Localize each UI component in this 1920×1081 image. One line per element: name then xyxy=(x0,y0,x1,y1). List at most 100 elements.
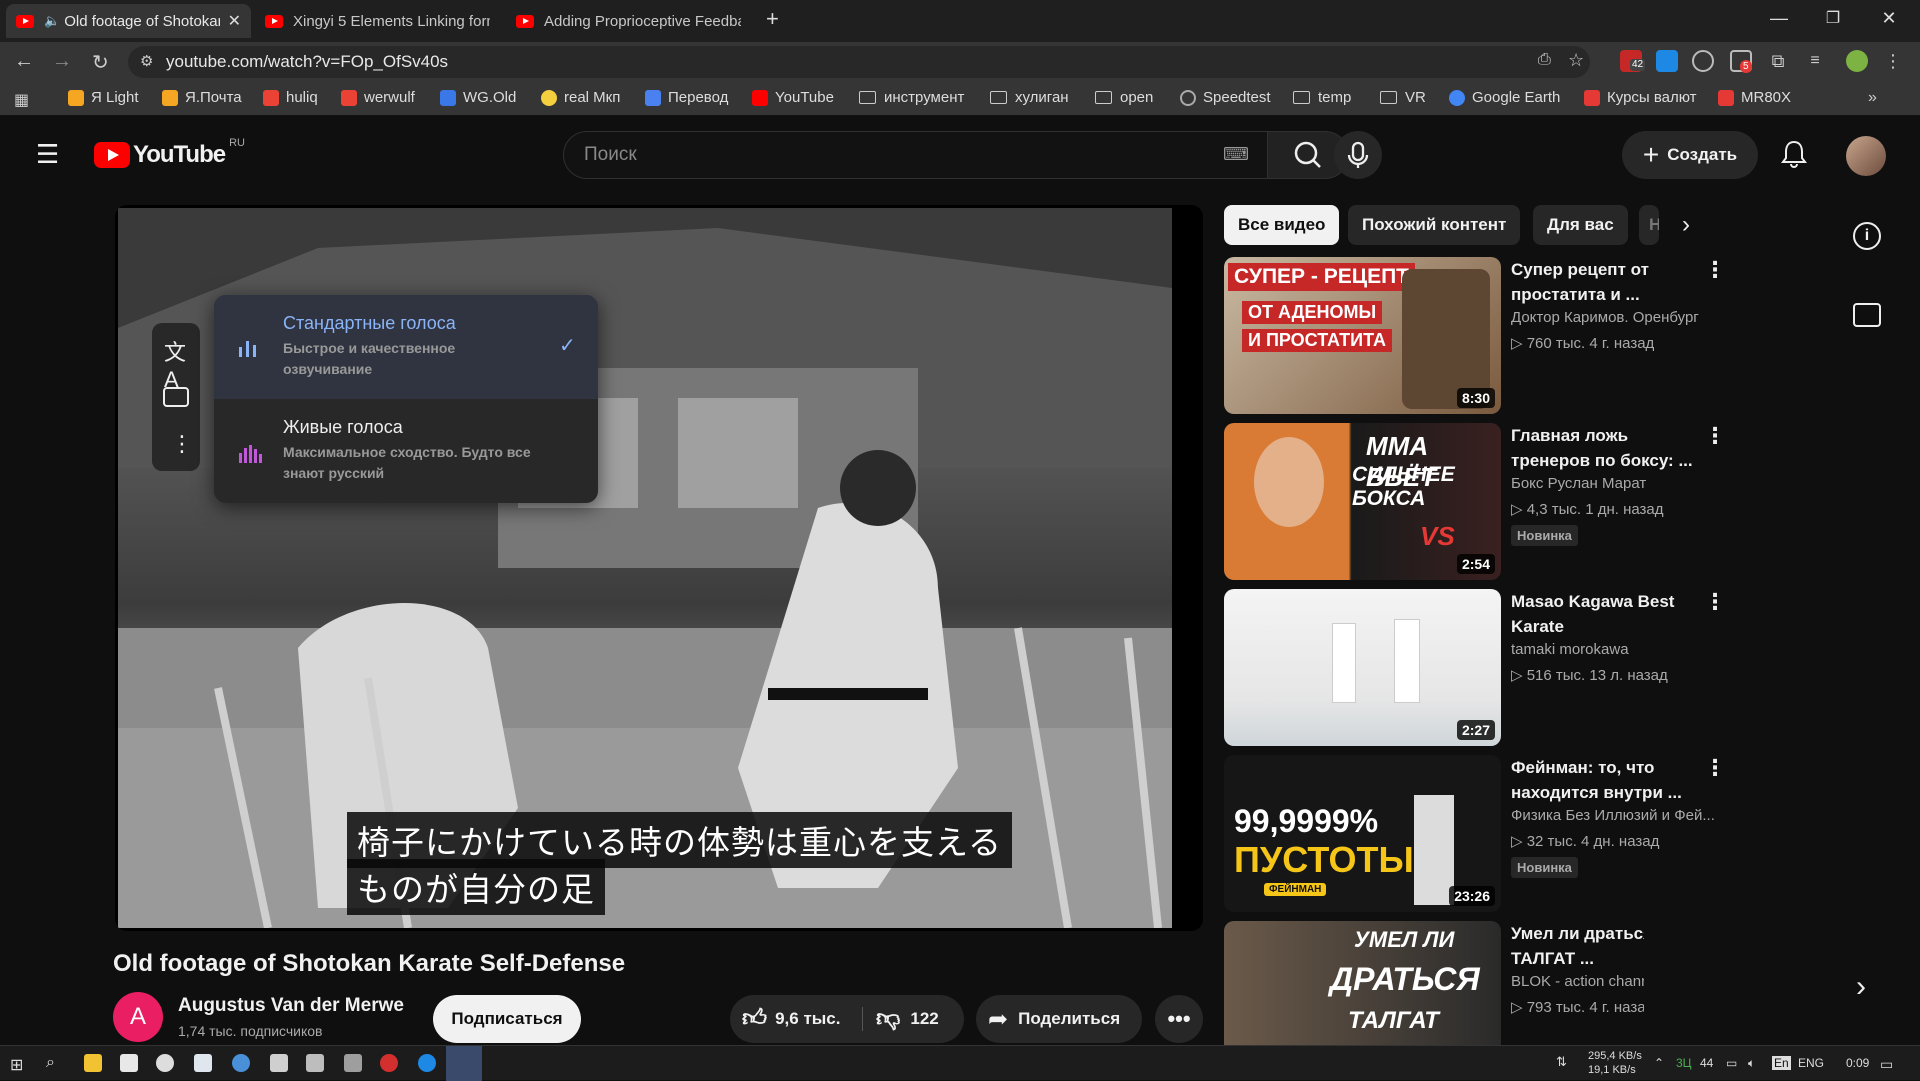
hamburger-menu-icon[interactable]: ☰ xyxy=(36,139,59,170)
subscribe-button[interactable]: Подписаться xyxy=(433,995,581,1043)
channel-name[interactable]: Бокс Руслан Марат xyxy=(1511,475,1646,492)
bookmark-speedtest[interactable]: Speedtest xyxy=(1180,89,1271,106)
more-options-icon[interactable]: ⋮ xyxy=(171,431,193,457)
app-icon[interactable] xyxy=(270,1054,288,1072)
minimize-button[interactable]: — xyxy=(1756,8,1802,29)
language-indicator[interactable]: ENG xyxy=(1798,1056,1824,1070)
subtitles-icon[interactable] xyxy=(163,387,189,407)
recommendation-item[interactable]: 2:27 Masao Kagawa Best Karate tamaki moro… xyxy=(1224,589,1726,746)
voice-search-button[interactable] xyxy=(1334,131,1382,179)
keyboard-icon[interactable]: ⌨ xyxy=(1223,144,1249,165)
more-options-icon[interactable]: ⋮ xyxy=(1704,257,1726,283)
keyboard-layout-icon[interactable]: En xyxy=(1772,1056,1791,1070)
chat-icon[interactable] xyxy=(1853,303,1881,327)
globe-extension-icon[interactable] xyxy=(1692,50,1714,72)
file-explorer-icon[interactable] xyxy=(84,1054,102,1072)
recommendation-item[interactable]: 99,9999% ПУСТОТЫ ФЕЙНМАН 23:26 Фейнман: … xyxy=(1224,755,1726,912)
video-title[interactable]: Masao Kagawa Best Karate xyxy=(1511,589,1711,639)
bookmark-ya-light[interactable]: Я Light xyxy=(68,89,139,106)
forward-arrow-icon[interactable]: → xyxy=(52,50,72,73)
video-thumbnail[interactable]: 99,9999% ПУСТОТЫ ФЕЙНМАН 23:26 xyxy=(1224,755,1501,912)
translate-icon[interactable]: 文A xyxy=(164,335,200,393)
bookmark-wg-old[interactable]: WG.Old xyxy=(440,89,516,106)
create-button[interactable]: + Создать xyxy=(1622,131,1758,179)
tray-expand-icon[interactable]: ⌃ xyxy=(1654,1056,1664,1070)
voice-option-live[interactable]: Живые голоса Максимальное сходство. Будт… xyxy=(214,399,598,503)
back-arrow-icon[interactable]: ← xyxy=(14,50,34,73)
recommendation-item[interactable]: ММА БЬЁТ СИЛЬНЕЕ БОКСА VS 2:54 Главная л… xyxy=(1224,423,1726,580)
more-options-icon[interactable]: ⋮ xyxy=(1704,423,1726,449)
video-thumbnail[interactable]: 2:27 xyxy=(1224,589,1501,746)
media-extension-icon[interactable]: 5 xyxy=(1730,50,1752,73)
game-controller-icon[interactable] xyxy=(306,1054,324,1072)
windows-start-icon[interactable]: ⊞ xyxy=(10,1055,23,1075)
bookmark-google-earth[interactable]: Google Earth xyxy=(1449,89,1560,106)
app-icon[interactable] xyxy=(156,1054,174,1072)
account-avatar[interactable] xyxy=(1846,136,1886,176)
chip-for-you[interactable]: Для вас xyxy=(1533,205,1628,245)
site-info-icon[interactable]: ⚙ xyxy=(140,52,153,70)
window-close-button[interactable]: ✕ xyxy=(1866,8,1912,29)
share-button[interactable]: ➦ Поделиться xyxy=(976,995,1142,1043)
bookmark-werwulf[interactable]: werwulf xyxy=(341,89,415,106)
browser-menu-icon[interactable]: ⋮ xyxy=(1882,50,1904,72)
opera-icon[interactable] xyxy=(380,1054,398,1072)
video-title[interactable]: Фейнман: то, что находится внутри ... xyxy=(1511,755,1711,805)
notepad-icon[interactable] xyxy=(120,1054,138,1072)
dislike-button[interactable]: 👎︎ 122 xyxy=(876,995,964,1043)
bookmark-folder-huligan[interactable]: хулиган xyxy=(990,89,1069,106)
video-title[interactable]: Супер рецепт от простатита и ... xyxy=(1511,257,1711,307)
url-bar[interactable]: ⚙ youtube.com/watch?v=FOp_OfSv40s ⎙ ☆ xyxy=(128,46,1590,78)
chip-next[interactable]: Н xyxy=(1639,205,1659,245)
chip-all-videos[interactable]: Все видео xyxy=(1224,205,1340,245)
video-thumbnail[interactable]: ММА БЬЁТ СИЛЬНЕЕ БОКСА VS 2:54 xyxy=(1224,423,1501,580)
reading-list-icon[interactable]: ≡ xyxy=(1804,50,1826,72)
more-options-icon[interactable]: ⋮ xyxy=(1704,589,1726,615)
recommendation-item[interactable]: СУПЕР - РЕЦЕПТ ОТ АДЕНОМЫ И ПРОСТАТИТА 8… xyxy=(1224,257,1726,414)
tab-active[interactable]: 🔈 Old footage of Shotokan Karate Self-De… xyxy=(6,4,251,38)
tab-xingyi[interactable]: Xingyi 5 Elements Linking form xyxy=(255,4,500,38)
bookmark-kursy-valut[interactable]: Курсы валют xyxy=(1584,89,1697,106)
bookmark-folder-temp[interactable]: temp xyxy=(1293,89,1351,106)
channel-name[interactable]: Доктор Каримов. Оренбург xyxy=(1511,309,1699,326)
youtube-logo[interactable]: YouTube RU xyxy=(94,137,245,169)
bookmark-youtube[interactable]: YouTube xyxy=(752,89,834,106)
reload-icon[interactable]: ↻ xyxy=(92,50,109,75)
channel-avatar[interactable]: A xyxy=(113,992,163,1042)
more-options-icon[interactable]: ⋮ xyxy=(1704,755,1726,781)
search-icon[interactable]: ⌕ xyxy=(46,1054,55,1072)
puzzle-extensions-icon[interactable]: ⧉ xyxy=(1767,50,1789,72)
active-app-icon[interactable] xyxy=(446,1046,482,1081)
bookmark-huliq[interactable]: huliq xyxy=(263,89,318,106)
video-title[interactable]: Главная ложь тренеров по боксу: ... xyxy=(1511,423,1711,473)
chip-related[interactable]: Похожий контент xyxy=(1348,205,1521,245)
info-icon[interactable]: i xyxy=(1853,222,1881,250)
panel-next-arrow-icon[interactable]: › xyxy=(1856,970,1866,1004)
channel-name[interactable]: tamaki morokawa xyxy=(1511,641,1629,658)
video-thumbnail[interactable]: УМЕЛ ЛИ ДРАТЬСЯ ТАЛГАТ xyxy=(1224,921,1501,1045)
app-icon[interactable] xyxy=(344,1054,362,1072)
bookmark-perevod[interactable]: Перевод xyxy=(645,89,728,106)
profile-avatar[interactable] xyxy=(1846,50,1868,72)
video-title[interactable]: Умел ли драться ТАЛГАТ ... xyxy=(1511,921,1644,971)
search-input[interactable]: Поиск ⌨ xyxy=(563,131,1268,179)
notifications-bell-icon[interactable] xyxy=(1780,139,1808,174)
install-app-icon[interactable]: ⎙ xyxy=(1538,51,1551,69)
bookmark-real-mkp[interactable]: real Мкп xyxy=(541,89,620,106)
bookmark-star-icon[interactable]: ☆ xyxy=(1568,50,1584,71)
voice-option-standard[interactable]: Стандартные голоса Быстрое и качественно… xyxy=(214,295,598,399)
more-bookmarks-icon[interactable]: » xyxy=(1868,89,1877,107)
bookmark-folder-instrument[interactable]: инструмент xyxy=(859,89,964,106)
new-tab-button[interactable]: + xyxy=(766,6,779,32)
channel-name[interactable]: Физика Без Иллюзий и Фей... xyxy=(1511,807,1715,824)
bookmark-folder-vr[interactable]: VR xyxy=(1380,89,1426,106)
volume-icon[interactable]: 🔈︎ xyxy=(1748,1056,1755,1071)
translate-extension-icon[interactable] xyxy=(1656,50,1678,72)
restore-button[interactable]: ❐ xyxy=(1810,8,1856,28)
tab-proprioceptive[interactable]: Adding Proprioceptive Feedback xyxy=(506,4,751,38)
bookmark-mr80x[interactable]: MR80X xyxy=(1718,89,1791,106)
app-icon[interactable] xyxy=(232,1054,250,1072)
more-actions-button[interactable]: ••• xyxy=(1155,995,1203,1043)
network-icon[interactable]: ▭ xyxy=(1726,1056,1737,1070)
apps-grid-icon[interactable]: ▦ xyxy=(14,90,29,110)
